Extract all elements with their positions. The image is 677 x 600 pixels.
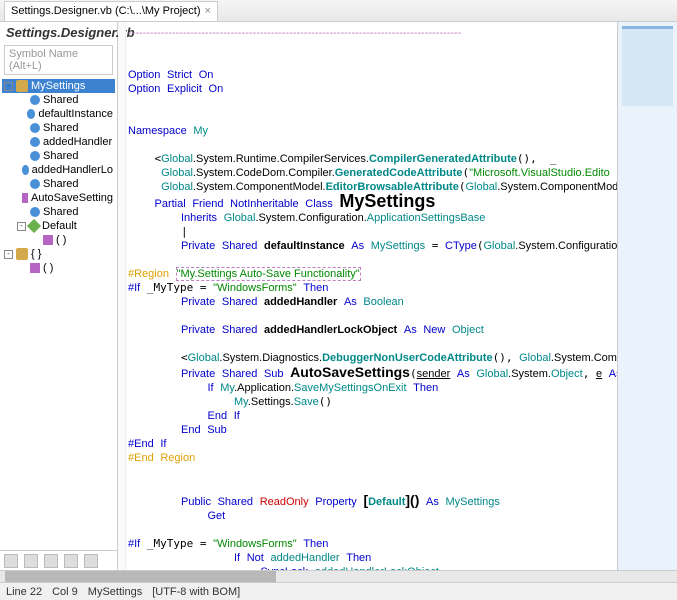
tree-item-Default[interactable]: -Default (2, 219, 115, 233)
status-context: MySettings (88, 586, 142, 598)
field-icon (30, 95, 40, 105)
method-icon (22, 193, 28, 203)
tool-icon-4[interactable] (64, 554, 78, 568)
field-icon (27, 109, 35, 119)
status-encoding: [UTF-8 with BOM] (152, 586, 240, 598)
tree-item-MySettings[interactable]: -MySettings (2, 79, 115, 93)
editor-area: ----------------------------------------… (118, 22, 677, 570)
tree-item-Shared[interactable]: Shared (2, 205, 115, 219)
class-icon (16, 248, 28, 260)
code-editor[interactable]: ----------------------------------------… (126, 22, 617, 570)
field-icon (30, 179, 40, 189)
minimap[interactable] (617, 22, 677, 570)
outline-sidebar: Settings.Designer.vb Symbol Name (Alt+L)… (0, 22, 118, 570)
tree-item-[interactable]: ( ) (2, 233, 115, 247)
tree-item-addedHandler[interactable]: addedHandler (2, 135, 115, 149)
tool-icon-3[interactable] (44, 554, 58, 568)
tab-bar: Settings.Designer.vb (C:\...\My Project)… (0, 0, 677, 22)
sidebar-toolbar (0, 550, 117, 570)
tool-icon-5[interactable] (84, 554, 98, 568)
sidebar-title: Settings.Designer.vb (0, 22, 117, 43)
tree-item-addedHandlerLo[interactable]: addedHandlerLo (2, 163, 115, 177)
tree-item-Shared[interactable]: Shared (2, 149, 115, 163)
tree-item-defaultInstance[interactable]: defaultInstance (2, 107, 115, 121)
field-icon (30, 137, 40, 147)
prop-icon (27, 219, 41, 233)
method-icon (30, 263, 40, 273)
outline-tree: -MySettingsShareddefaultInstanceSharedad… (0, 77, 117, 550)
file-tab[interactable]: Settings.Designer.vb (C:\...\My Project)… (4, 1, 218, 21)
field-icon (30, 207, 40, 217)
field-icon (22, 165, 28, 175)
fold-gutter[interactable] (118, 22, 126, 570)
tool-icon-2[interactable] (24, 554, 38, 568)
tree-item-Shared[interactable]: Shared (2, 121, 115, 135)
tree-item-Shared[interactable]: Shared (2, 177, 115, 191)
tree-item-Shared[interactable]: Shared (2, 93, 115, 107)
tool-icon-1[interactable] (4, 554, 18, 568)
tree-item-[interactable]: -{ } (2, 247, 115, 261)
tree-item-[interactable]: ( ) (2, 261, 115, 275)
field-icon (30, 123, 40, 133)
status-line: Line 22 (6, 586, 42, 598)
tab-label: Settings.Designer.vb (C:\...\My Project) (11, 5, 201, 17)
close-icon[interactable]: × (205, 5, 211, 17)
field-icon (30, 151, 40, 161)
method-icon (43, 235, 53, 245)
status-col: Col 9 (52, 586, 78, 598)
symbol-search-input[interactable]: Symbol Name (Alt+L) (4, 45, 113, 75)
status-bar: Line 22 Col 9 MySettings [UTF-8 with BOM… (0, 582, 677, 600)
horizontal-scrollbar[interactable] (0, 570, 677, 582)
tree-item-AutoSaveSetting[interactable]: AutoSaveSetting (2, 191, 115, 205)
class-icon (16, 80, 28, 92)
